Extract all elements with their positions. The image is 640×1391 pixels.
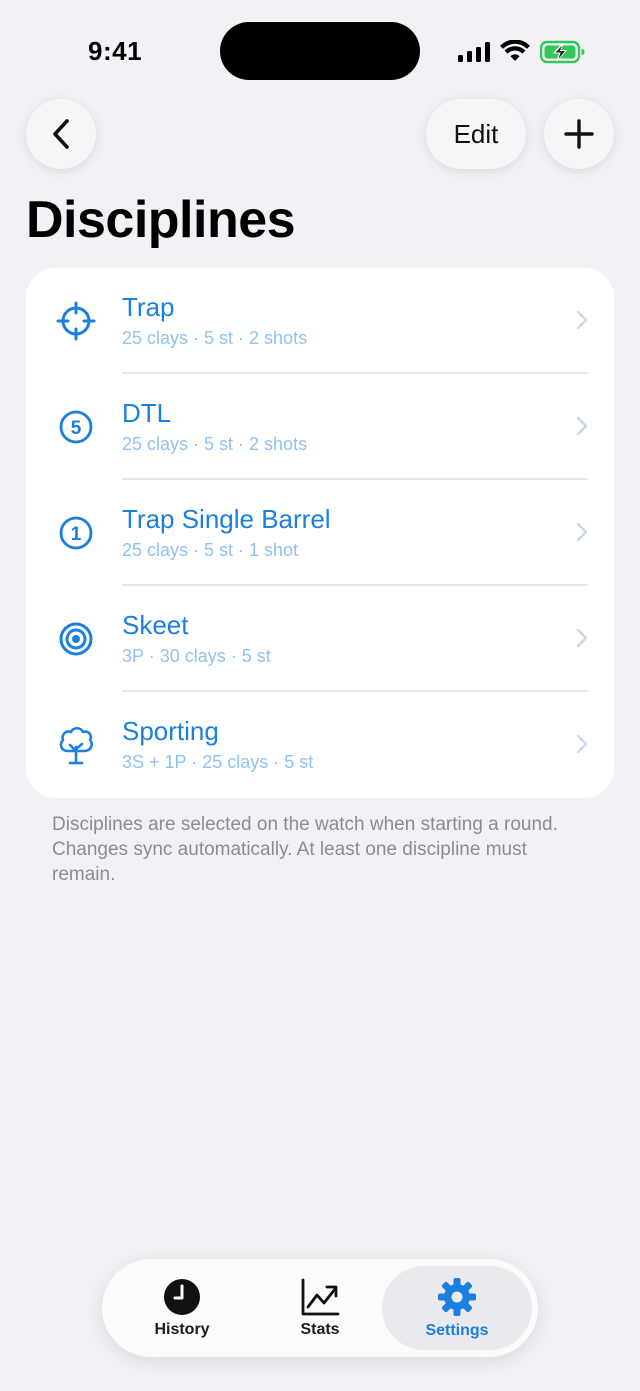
chart-line-icon: [301, 1278, 340, 1316]
dynamic-island: [220, 22, 420, 80]
tab-label: Settings: [425, 1322, 489, 1339]
add-discipline-button[interactable]: [544, 99, 614, 169]
status-time: 9:41: [88, 36, 143, 66]
battery-charging-icon: [540, 40, 585, 64]
discipline-detail: 3S + 1P · 25 clays · 5 st: [122, 752, 314, 772]
gear-icon: [438, 1278, 476, 1316]
discipline-detail: 25 clays · 5 st · 2 shots: [122, 328, 308, 348]
discipline-row-dtl[interactable]: 5 DTL 25 clays · 5 st · 2 shots: [26, 374, 614, 480]
chevron-right-icon: [576, 734, 588, 754]
chevron-right-icon: [576, 628, 588, 648]
page-title: Disciplines: [26, 191, 296, 249]
discipline-row-skeet[interactable]: Skeet 3P · 30 clays · 5 st: [26, 586, 614, 692]
discipline-name: Sporting: [122, 716, 219, 746]
discipline-row-trap[interactable]: Trap 25 clays · 5 st · 2 shots: [26, 268, 614, 374]
clock-icon: [164, 1279, 200, 1315]
tab-bar: History Stats Settings: [102, 1259, 538, 1357]
discipline-detail: 25 clays · 5 st · 1 shot: [122, 540, 299, 560]
discipline-name: Trap: [122, 292, 175, 322]
discipline-name: DTL: [122, 398, 172, 428]
cellular-signal-icon: [458, 42, 490, 62]
chevron-right-icon: [576, 416, 588, 436]
status-bar: 9:41: [0, 0, 640, 100]
tab-stats[interactable]: Stats: [250, 1259, 390, 1357]
discipline-detail: 25 clays · 5 st · 2 shots: [122, 434, 308, 454]
disciplines-list: Trap 25 clays · 5 st · 2 shots 5 DTL 25 …: [26, 268, 614, 798]
number-1-circle-icon: 1: [59, 516, 93, 550]
number-5-circle-icon: 5: [59, 410, 93, 444]
tab-label: History: [154, 1321, 210, 1338]
discipline-detail: 3P · 30 clays · 5 st: [122, 646, 271, 666]
target-icon: [59, 622, 93, 656]
crosshair-icon: [56, 301, 96, 341]
plus-icon: [564, 119, 594, 149]
svg-text:5: 5: [71, 418, 82, 439]
footnote-text: Disciplines are selected on the watch wh…: [52, 814, 558, 885]
wifi-icon: [500, 40, 530, 61]
discipline-row-sporting[interactable]: Sporting 3S + 1P · 25 clays · 5 st: [26, 692, 614, 798]
tree-icon: [59, 726, 94, 765]
chevron-left-icon: [53, 119, 69, 149]
tab-history[interactable]: History: [112, 1259, 252, 1357]
edit-button[interactable]: Edit: [426, 99, 526, 169]
chevron-right-icon: [576, 522, 588, 542]
chevron-right-icon: [576, 310, 588, 330]
svg-text:1: 1: [71, 524, 82, 545]
discipline-name: Skeet: [122, 610, 189, 640]
tab-label: Stats: [300, 1321, 340, 1338]
discipline-row-trap-single-barrel[interactable]: 1 Trap Single Barrel 25 clays · 5 st · 1…: [26, 480, 614, 586]
back-button[interactable]: [26, 99, 96, 169]
discipline-name: Trap Single Barrel: [122, 504, 331, 534]
tab-settings[interactable]: Settings: [382, 1266, 532, 1350]
